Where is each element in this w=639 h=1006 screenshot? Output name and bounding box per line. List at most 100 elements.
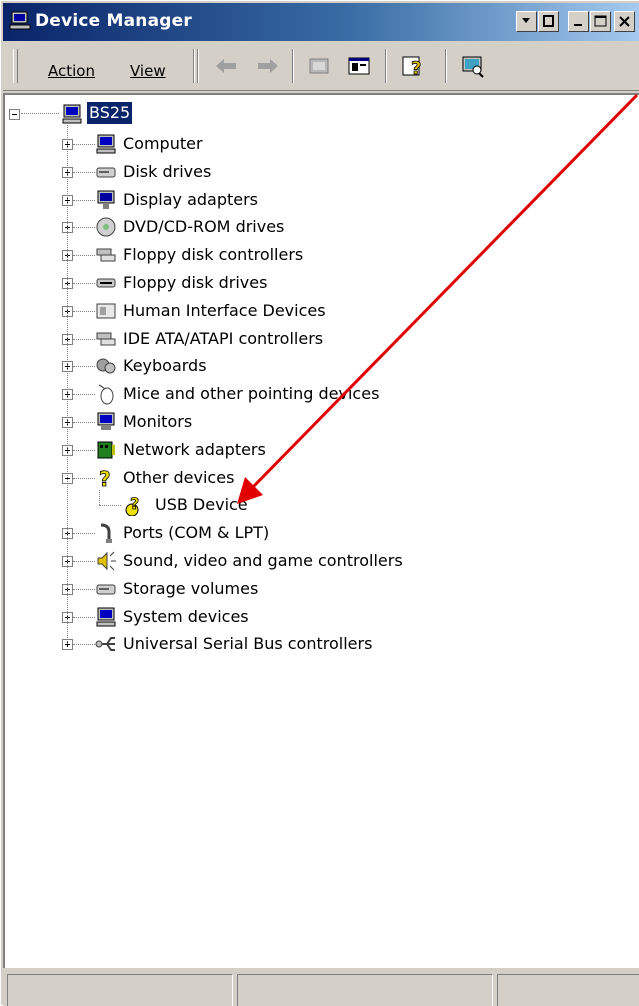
tree-item[interactable]: Sound, video and game controllers: [5, 549, 625, 573]
svg-text:?: ?: [130, 494, 139, 513]
toolbar-grip[interactable]: [13, 49, 18, 83]
window-title: Device Manager: [35, 11, 192, 31]
restore-icon: [543, 15, 554, 27]
tree-item-label: Other devices: [123, 467, 235, 487]
system-menu-button[interactable]: [516, 11, 537, 32]
display-adapter-icon: [97, 190, 115, 209]
computer-icon: [96, 134, 116, 154]
title-bar[interactable]: Device Manager: [3, 3, 639, 41]
toolbar-separator: [385, 49, 387, 83]
disk-drive-icon: [96, 584, 116, 595]
svg-text:?: ?: [99, 467, 111, 489]
forward-arrow-icon[interactable]: [255, 53, 281, 79]
menu-action[interactable]: Action: [48, 62, 95, 80]
svg-text:?: ?: [411, 58, 421, 79]
restore-button[interactable]: [538, 11, 559, 32]
tree-item-label: Computer: [123, 134, 203, 153]
toolbar-separator: [292, 49, 294, 83]
tree-item-label: USB Device: [155, 495, 248, 515]
toolbar-separator: [197, 49, 199, 83]
tree-item[interactable]: IDE ATA/ATAPI controllers: [5, 327, 625, 351]
usb-icon: [95, 637, 115, 652]
sound-icon: [97, 551, 116, 571]
monitor-icon: [97, 412, 115, 430]
status-panel: [7, 974, 233, 1006]
tree-item[interactable]: ? Other devices: [5, 466, 625, 490]
restore-down-icon: [522, 18, 530, 23]
controller-icon: [96, 248, 116, 262]
tree-item-label: Monitors: [123, 412, 193, 431]
tree-item-label: Universal Serial Bus controllers: [123, 634, 373, 654]
tree-item[interactable]: Keyboards: [5, 354, 625, 378]
tree-item-label: Storage volumes: [123, 578, 259, 598]
tree-item[interactable]: Ports (COM & LPT): [5, 521, 625, 545]
tree-item[interactable]: Floppy disk drives: [5, 271, 625, 295]
tree-item[interactable]: Network adapters: [5, 438, 625, 462]
menu-view-label: View: [130, 62, 166, 80]
maximize-icon: [594, 15, 607, 27]
up-folder-icon[interactable]: [306, 53, 332, 79]
mouse-icon: [98, 384, 114, 405]
toolbar-separator: [193, 49, 195, 83]
collapse-toggle[interactable]: [9, 109, 20, 120]
minimize-icon: [574, 24, 582, 26]
tree-item[interactable]: Floppy disk controllers: [5, 243, 625, 267]
keyboard-icon: [96, 358, 116, 374]
tree-item[interactable]: System devices: [5, 605, 625, 629]
help-icon[interactable]: ?: [400, 53, 426, 79]
unknown-device-icon: ?: [125, 494, 140, 517]
network-adapter-icon: [97, 441, 115, 459]
tree-item[interactable]: Disk drives: [5, 160, 625, 184]
computer-icon: [62, 104, 82, 124]
question-icon: ?: [99, 467, 111, 489]
properties-pane-icon[interactable]: [346, 53, 372, 79]
tree-item[interactable]: Display adapters: [5, 188, 625, 212]
minimize-button[interactable]: [568, 11, 589, 32]
tree-item[interactable]: Universal Serial Bus controllers: [5, 632, 625, 656]
scan-hardware-icon[interactable]: [460, 53, 486, 79]
tree-item-label: Ports (COM & LPT): [123, 523, 270, 543]
computer-icon: [96, 607, 116, 627]
status-panel: [497, 974, 639, 1006]
tree-item-label: Floppy disk controllers: [123, 245, 304, 265]
disk-drive-icon: [96, 167, 116, 178]
tree-item[interactable]: Mice and other pointing devices: [5, 382, 625, 406]
tree-item-label: DVD/CD-ROM drives: [123, 217, 285, 237]
tree-item-label: Display adapters: [123, 189, 259, 209]
tree-connector: [67, 125, 69, 645]
toolbar: Action View ?: [3, 41, 639, 91]
tree-item-label: Floppy disk drives: [123, 273, 268, 292]
tree-item[interactable]: Monitors: [5, 410, 625, 434]
menu-view[interactable]: View: [130, 62, 166, 80]
floppy-drive-icon: [96, 278, 116, 288]
port-icon: [100, 523, 112, 544]
computer-icon: [9, 11, 31, 30]
tree-item[interactable]: Computer: [5, 132, 625, 156]
toolbar-separator: [445, 49, 447, 83]
hid-icon: [96, 303, 116, 319]
tree-item-child[interactable]: ? USB Device: [5, 493, 625, 517]
tree-item-label: Sound, video and game controllers: [123, 551, 403, 570]
tree-item-label: System devices: [123, 606, 249, 626]
tree-root-label[interactable]: BS25: [87, 102, 133, 124]
maximize-button[interactable]: [590, 11, 611, 32]
tree-item-label: Mice and other pointing devices: [123, 384, 380, 404]
back-arrow-icon[interactable]: [213, 53, 239, 79]
tree-item-label: Keyboards: [123, 356, 207, 376]
tree-item[interactable]: Human Interface Devices: [5, 299, 625, 323]
device-tree[interactable]: BS25 Computer Disk drives Display adapters D…: [3, 93, 639, 968]
status-panel: [237, 974, 493, 1006]
tree-connector: [21, 113, 59, 115]
cd-drive-icon: [96, 217, 116, 237]
close-icon: [619, 16, 630, 27]
device-manager-window: Device Manager Action View ? BS25 Comput…: [0, 0, 639, 1006]
close-button[interactable]: [614, 11, 635, 32]
tree-item[interactable]: Storage volumes: [5, 577, 625, 601]
tree-item[interactable]: DVD/CD-ROM drives: [5, 215, 625, 239]
controller-icon: [96, 332, 116, 346]
tree-item-label: Human Interface Devices: [123, 300, 326, 320]
tree-item-label: Disk drives: [123, 161, 212, 181]
tree-item-label: Network adapters: [123, 439, 266, 459]
status-bar: [3, 970, 639, 1006]
menu-action-label: Action: [48, 62, 95, 80]
